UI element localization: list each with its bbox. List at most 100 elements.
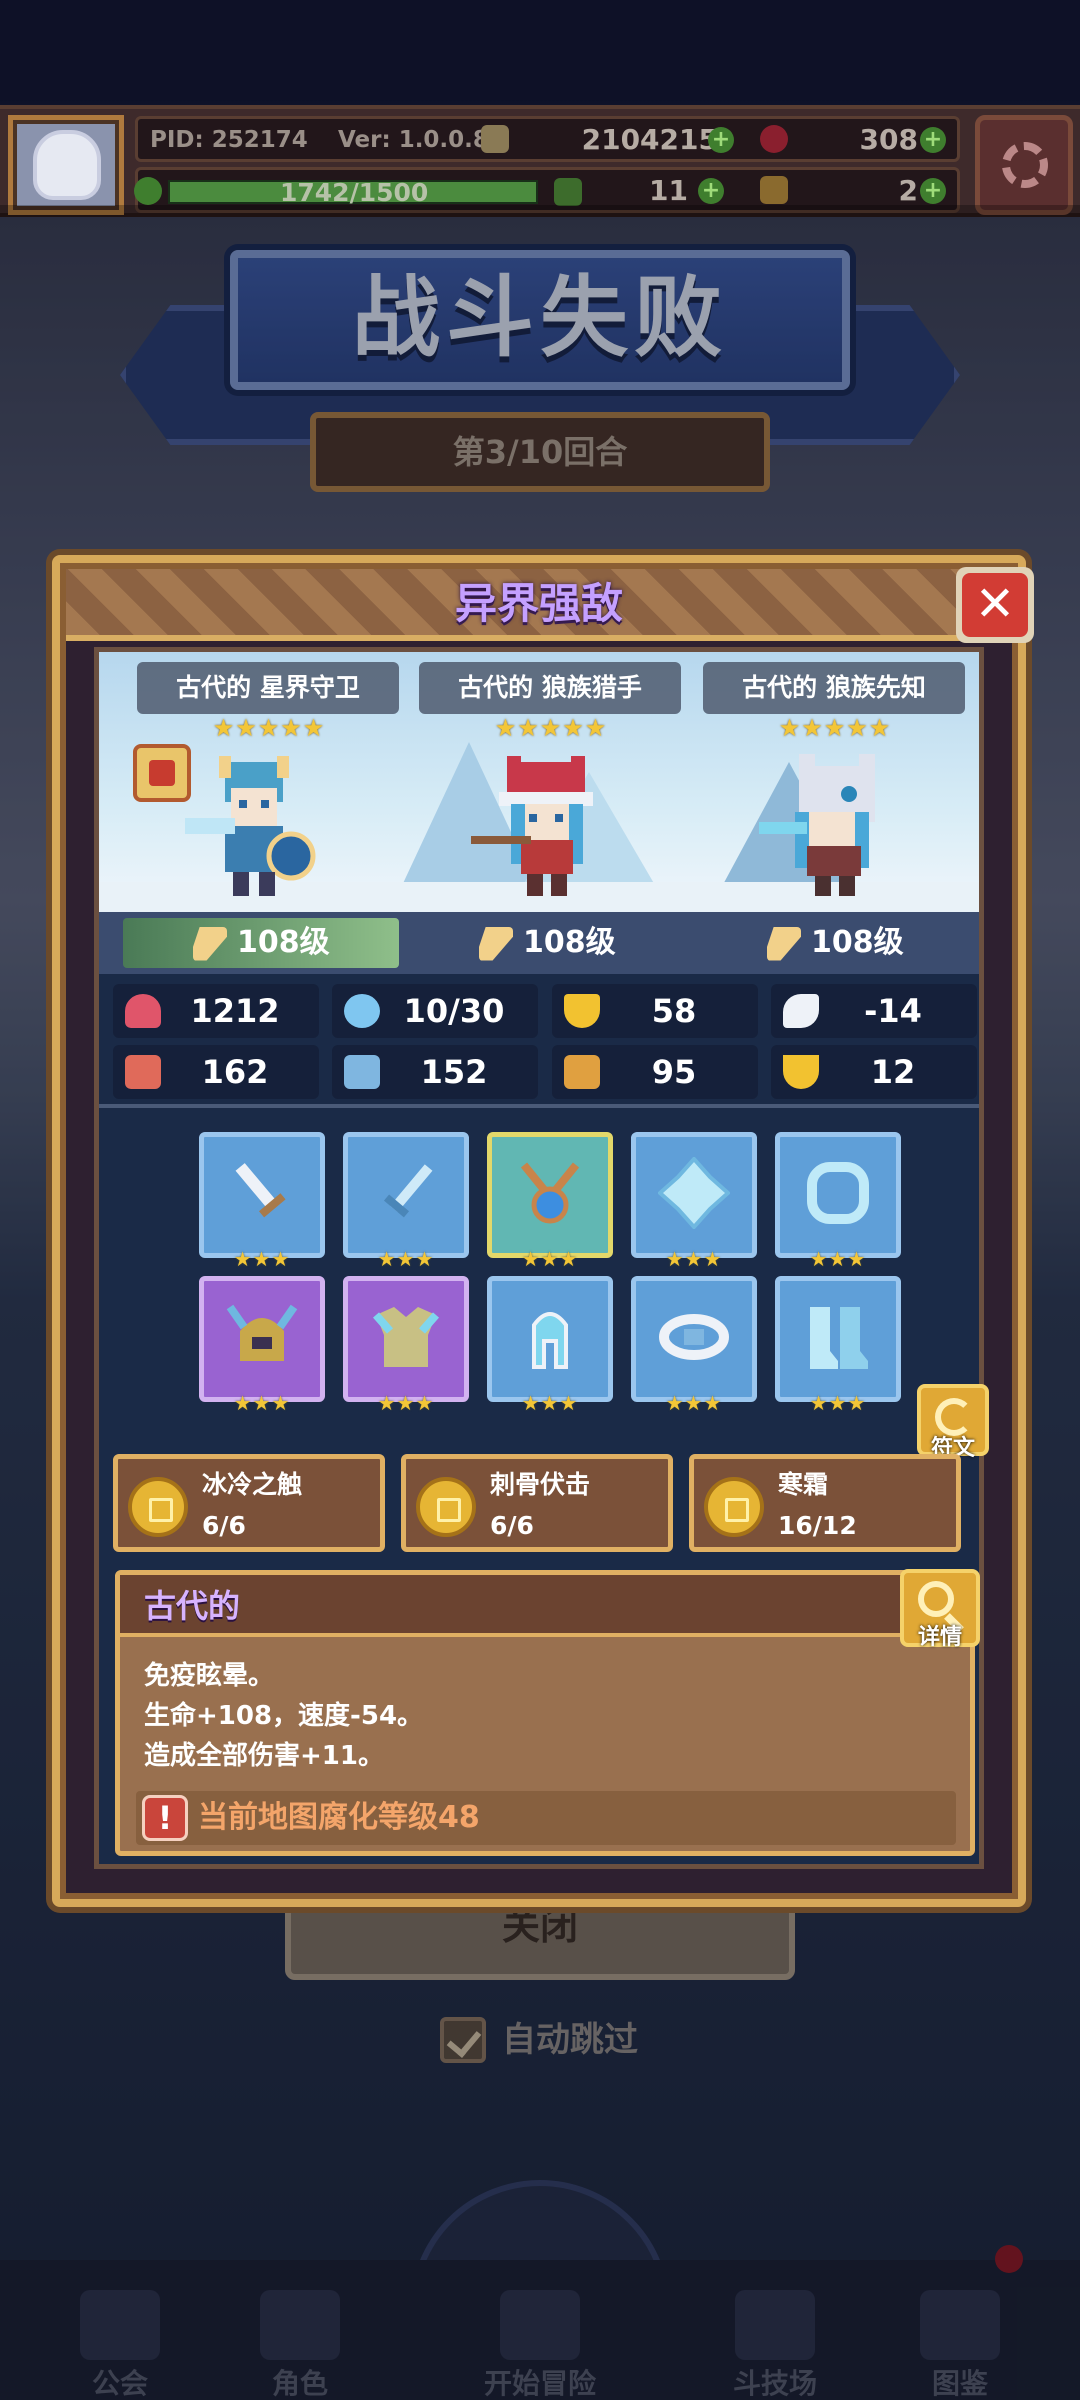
game-screen: PID: 252174 Ver: 1.0.0.8 2104215 + 308 +… (0, 0, 1080, 2400)
sword-icon (193, 926, 227, 961)
skill-card-1[interactable]: 冰冷之触 6/6 (113, 1454, 385, 1552)
skill-name-1: 冰冷之触 (202, 1470, 303, 1499)
equip-slot-crystal[interactable]: ★★★ (631, 1132, 757, 1271)
clover-icon (554, 178, 582, 206)
stat-attack-value: 162 (201, 1053, 269, 1091)
modal-close-button[interactable]: ✕ (956, 567, 1034, 643)
wolf-hunter-sprite[interactable] (471, 752, 621, 902)
skill-name-3: 寒霜 (778, 1470, 829, 1499)
equip-stars: ★★★ (665, 1391, 723, 1415)
skill-coin-icon (416, 1477, 476, 1537)
player-avatar[interactable] (8, 115, 124, 215)
horseshoe-icon (783, 1055, 819, 1089)
details-label: 详情 (917, 1625, 962, 1650)
equip-stars: ★★★ (809, 1391, 867, 1415)
stat-magic[interactable]: 152 (332, 1045, 538, 1099)
skill-coin-icon (704, 1477, 764, 1537)
wing-icon (783, 994, 819, 1028)
add-gold-button[interactable]: + (708, 127, 734, 153)
shield-icon (564, 994, 600, 1028)
enemy-level-3-text: 108级 (811, 925, 904, 960)
gold-coin-icon (481, 125, 509, 153)
crystal-icon (658, 1157, 730, 1229)
equip-slot-amulet[interactable]: ★★★ (487, 1132, 613, 1271)
magnifier-icon (918, 1581, 954, 1617)
divider (99, 1104, 979, 1108)
stat-magic-value: 152 (420, 1053, 488, 1091)
add-clover-button[interactable]: + (698, 178, 724, 204)
equip-slot-gloves[interactable]: ★★★ (487, 1276, 613, 1415)
armor-icon (372, 1307, 440, 1367)
equip-stars: ★★★ (665, 1247, 723, 1271)
enemy-info-modal: 异界强敌 ✕ 古代的 星界守卫 古代的 狼族猎手 古代的 狼族先知 ★★★★★ … (52, 555, 1034, 1907)
sword-icon (235, 1163, 286, 1218)
enemy-level-bar: 108级 108级 108级 (99, 912, 979, 974)
stat-speed-value: -14 (864, 992, 922, 1030)
stat-mana[interactable]: 10/30 (332, 984, 538, 1038)
enemy-level-1[interactable]: 108级 (193, 912, 330, 974)
equip-slot-dagger[interactable]: ★★★ (343, 1132, 469, 1271)
modal-header: 异界强敌 (66, 569, 1012, 641)
enemy-name-1: 古代的 星界守卫 (137, 662, 399, 714)
stat-defense[interactable]: 58 (552, 984, 758, 1038)
energy-bar: 1742/1500 (168, 178, 538, 207)
enemy-stars-1: ★★★★★ (212, 714, 326, 742)
equip-slot-ring[interactable]: ★★★ (775, 1132, 901, 1271)
boot-icon (564, 1055, 600, 1089)
heart-icon (125, 994, 161, 1028)
corruption-level-text: 当前地图腐化等级48 (198, 1800, 480, 1835)
stat-agility-value: 95 (651, 1053, 697, 1091)
stat-mana-value: 10/30 (403, 992, 505, 1030)
stat-defense-value: 58 (651, 992, 697, 1030)
equip-slot-helmet[interactable]: ★★★ (199, 1276, 325, 1415)
version-label: Ver: 1.0.0.8 (338, 127, 489, 153)
top-status-bar: PID: 252174 Ver: 1.0.0.8 2104215 + 308 +… (0, 105, 1080, 217)
enemy-level-2[interactable]: 108级 (479, 912, 616, 974)
add-gem-button[interactable]: + (920, 127, 946, 153)
stat-speed[interactable]: -14 (771, 984, 977, 1038)
staff-icon (767, 926, 801, 961)
equip-stars: ★★★ (521, 1247, 579, 1271)
skill-card-3[interactable]: 寒霜 16/12 (689, 1454, 961, 1552)
book-icon (344, 1055, 380, 1089)
equip-slot-sword[interactable]: ★★★ (199, 1132, 325, 1271)
equip-slot-boots[interactable]: ★★★ (775, 1276, 901, 1415)
settings-button[interactable] (975, 115, 1073, 215)
pid-label: PID: 252174 (150, 127, 308, 153)
rune-button[interactable]: 符文 (917, 1384, 989, 1461)
enemy-stars-3: ★★★★★ (778, 714, 892, 742)
equip-slot-armor[interactable]: ★★★ (343, 1276, 469, 1415)
gold-amount: 2104215 (581, 123, 718, 156)
star-guardian-sprite[interactable] (179, 752, 329, 902)
ruby-icon (760, 125, 788, 153)
equip-stars: ★★★ (377, 1391, 435, 1415)
warning-icon: ! (142, 1795, 188, 1841)
stat-health[interactable]: 1212 (113, 984, 319, 1038)
equip-stars: ★★★ (233, 1247, 291, 1271)
amulet-icon (520, 1162, 580, 1224)
enemy-level-3[interactable]: 108级 (767, 912, 904, 974)
equip-slot-belt[interactable]: ★★★ (631, 1276, 757, 1415)
fist-icon (125, 1055, 161, 1089)
enemy-name-2: 古代的 狼族猎手 (419, 662, 681, 714)
affix-header: 古代的 (120, 1575, 970, 1637)
helmet-icon (226, 1304, 298, 1361)
modal-title: 异界强敌 (454, 579, 623, 628)
skill-coin-icon (128, 1477, 188, 1537)
stat-attack[interactable]: 162 (113, 1045, 319, 1099)
key-icon (760, 176, 788, 204)
stat-luck[interactable]: 12 (771, 1045, 977, 1099)
stat-agility[interactable]: 95 (552, 1045, 758, 1099)
wolf-prophet-sprite[interactable] (759, 752, 909, 902)
enemy-stage: 古代的 星界守卫 古代的 狼族猎手 古代的 狼族先知 ★★★★★ ★★★★★ ★… (99, 652, 979, 912)
add-key-button[interactable]: + (920, 178, 946, 204)
boots-icon (810, 1307, 868, 1369)
belt-icon (659, 1314, 729, 1360)
details-button[interactable]: 详情 (900, 1569, 980, 1650)
skill-card-2[interactable]: 刺骨伏击 6/6 (401, 1454, 673, 1552)
stat-luck-value: 12 (870, 1053, 916, 1091)
energy-icon (134, 177, 162, 205)
avatar-face-icon (33, 130, 101, 200)
enemy-level-1-text: 108级 (237, 925, 330, 960)
affix-line-2: 生命+108，速度-54。 (144, 1701, 424, 1731)
